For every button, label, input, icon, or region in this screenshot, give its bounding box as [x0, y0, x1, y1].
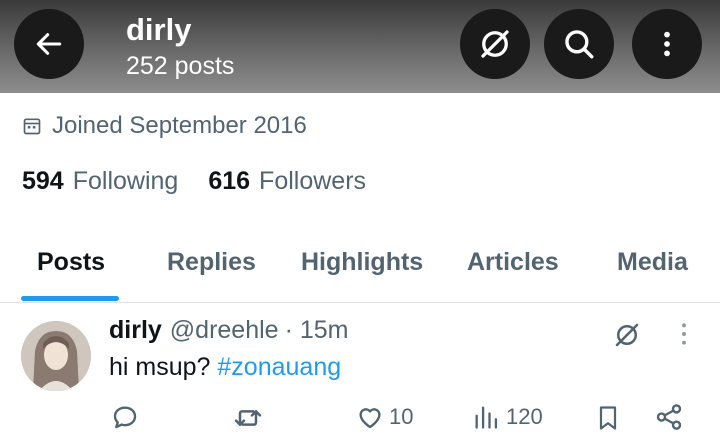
tab-replies[interactable]: Replies	[167, 248, 256, 277]
reply-icon	[113, 406, 137, 429]
grok-button[interactable]	[460, 9, 530, 79]
joined-text: Joined September 2016	[52, 112, 307, 139]
share-icon	[656, 404, 682, 430]
following-label: Following	[72, 167, 179, 195]
tweet-time[interactable]: · 15m	[285, 316, 349, 345]
hashtag-link[interactable]: #zonauang	[217, 353, 341, 381]
back-arrow-icon	[36, 33, 62, 55]
active-tab-indicator	[21, 296, 119, 301]
view-count: 120	[506, 404, 543, 429]
tweet-text: hi msup? #zonauang	[109, 353, 341, 382]
tab-articles[interactable]: Articles	[467, 248, 559, 277]
tweet-header: dirly @dreehle · 15m	[109, 316, 348, 345]
heart-icon	[359, 408, 381, 429]
profile-tabs: Posts Replies Highlights Articles Media	[0, 230, 720, 303]
views-chart-icon	[475, 406, 498, 429]
bookmark-button[interactable]	[594, 402, 622, 434]
joined-date: Joined September 2016	[22, 112, 307, 140]
avatar[interactable]	[21, 321, 91, 391]
views-button[interactable]: 120	[472, 402, 543, 432]
like-count: 10	[389, 404, 414, 429]
tab-media[interactable]: Media	[617, 248, 688, 277]
header-profile-name: dirly	[126, 12, 192, 47]
follow-stats: 594 Following 616 Followers	[22, 167, 366, 196]
reply-button[interactable]	[110, 402, 140, 432]
tweet-author-name[interactable]: dirly	[109, 316, 162, 345]
repost-icon	[234, 410, 262, 426]
followers-count: 616	[208, 167, 251, 195]
tweet-more-button[interactable]	[671, 320, 697, 353]
tab-posts[interactable]: Posts	[37, 248, 105, 277]
following-link[interactable]: 594 Following	[22, 167, 178, 196]
search-button[interactable]	[544, 9, 614, 79]
share-button[interactable]	[654, 402, 684, 432]
repost-button[interactable]	[232, 402, 264, 434]
back-button[interactable]	[14, 9, 84, 79]
bookmark-icon	[599, 406, 617, 430]
profile-header: dirly 252 posts	[0, 0, 720, 93]
grok-icon	[481, 30, 509, 58]
calendar-icon	[22, 116, 42, 136]
tweet-author-handle[interactable]: @dreehle	[170, 316, 279, 345]
tweet-grok-button[interactable]	[612, 320, 642, 355]
tab-highlights[interactable]: Highlights	[301, 248, 423, 277]
following-count: 594	[22, 167, 64, 195]
more-vertical-icon	[664, 31, 670, 57]
header-post-count: 252 posts	[126, 52, 235, 80]
more-vertical-icon	[682, 323, 686, 345]
followers-label: Followers	[259, 167, 367, 195]
followers-link[interactable]: 616 Followers	[208, 167, 366, 196]
more-button[interactable]	[632, 9, 702, 79]
like-button[interactable]: 10	[355, 402, 413, 432]
tweet-body: hi msup?	[109, 353, 218, 381]
search-icon	[565, 30, 594, 59]
grok-icon	[615, 323, 639, 347]
